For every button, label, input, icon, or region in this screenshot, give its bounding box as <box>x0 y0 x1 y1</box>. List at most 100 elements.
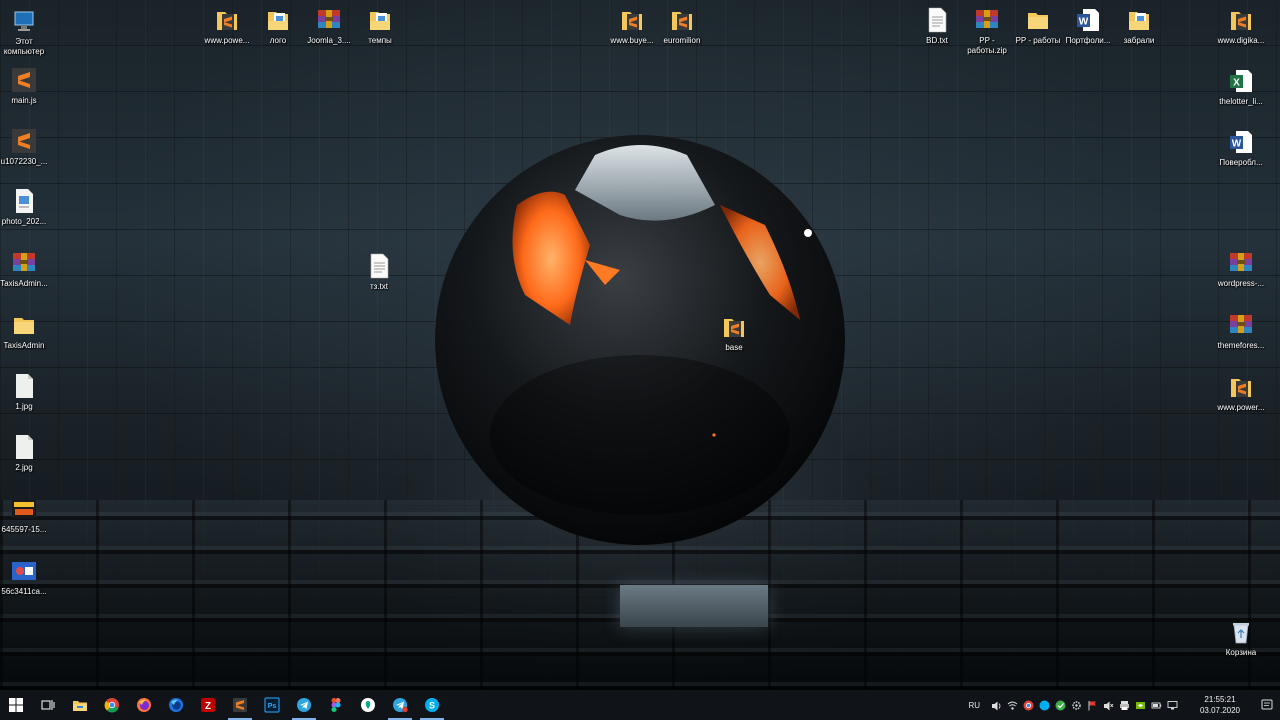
language-indicator[interactable]: RU <box>968 701 980 710</box>
desktop-icon-label: wordpress-... <box>1217 279 1265 288</box>
security-check-icon <box>1055 700 1065 710</box>
image-file-icon <box>16 435 33 459</box>
desktop-icon-item[interactable]: Xthelotter_li... <box>1203 68 1279 107</box>
taskbar-button[interactable] <box>320 690 352 720</box>
desktop-icon-item[interactable]: wordpress-... <box>1203 250 1279 289</box>
taskbar-button[interactable] <box>32 690 64 720</box>
svg-text:Z: Z <box>205 701 211 712</box>
task-view-icon <box>41 700 55 710</box>
firefox-developer-icon <box>169 698 183 712</box>
clock-date: 03.07.2020 <box>1199 706 1241 715</box>
tray-icon-button[interactable] <box>989 690 1003 720</box>
desktop-icon-item[interactable]: 2.jpg <box>0 434 62 473</box>
winrar-archive-icon <box>318 10 340 28</box>
windows-start-icon <box>9 698 23 712</box>
image-thumbnail-icon <box>12 500 36 518</box>
desktop-icon-item[interactable]: W Поверобл... <box>1203 129 1279 168</box>
taskbar-button[interactable] <box>384 690 416 720</box>
taskbar-button[interactable] <box>352 690 384 720</box>
firefox-icon <box>137 698 151 712</box>
taskbar-button[interactable]: Ps <box>256 690 288 720</box>
taskbar-button[interactable] <box>64 690 96 720</box>
word-document-icon: W <box>1077 9 1099 31</box>
this-pc-icon <box>14 11 34 31</box>
tray-icon-button[interactable] <box>1149 690 1163 720</box>
desktop-icon-item[interactable]: photo_202... <box>0 188 62 227</box>
taskbar-button[interactable]: S <box>416 690 448 720</box>
winrar-archive-icon <box>1230 253 1252 271</box>
tray-icon-button[interactable] <box>1037 690 1051 720</box>
sublime-text-icon <box>12 129 36 153</box>
tray-icon-button[interactable] <box>1021 690 1035 720</box>
taskbar-button[interactable] <box>160 690 192 720</box>
desktop-icon-item[interactable]: TaxisAdmin... <box>0 250 62 289</box>
desktop-icon-item[interactable]: 1.jpg <box>0 373 62 412</box>
desktop-icon-label: 645597-15... <box>1 525 47 534</box>
file-explorer-icon <box>73 701 87 711</box>
desktop-icon-label: thelotter_li... <box>1219 97 1263 106</box>
desktop-icon-item[interactable]: www.digika... <box>1203 7 1279 46</box>
desktop-icon-label: забрали <box>1123 36 1155 45</box>
svg-text:S: S <box>429 701 435 711</box>
desktop-icon-item[interactable]: u1072230_... <box>0 128 62 167</box>
wallpaper-pedestal <box>620 585 768 627</box>
tray-icon-button[interactable] <box>1069 690 1083 720</box>
desktop-icon-label: лого <box>269 36 287 45</box>
sublime-folder-icon <box>1231 379 1251 397</box>
tray-icon-button[interactable] <box>1085 690 1099 720</box>
desktop-icon-label: тз.txt <box>370 282 388 291</box>
flag-icon <box>1088 700 1096 710</box>
printer-icon <box>1119 700 1129 710</box>
taskbar-button[interactable] <box>0 690 32 720</box>
desktop-icon-item[interactable]: Этот компьютер <box>0 8 62 57</box>
desktop-icon-item[interactable]: 645597-15... <box>0 496 62 535</box>
folder-icon <box>1028 13 1048 29</box>
taskbar-buttons: Z Ps S <box>0 690 448 720</box>
document-folder-icon <box>268 12 288 30</box>
text-file-icon <box>928 7 947 33</box>
volume-icon <box>991 701 1000 710</box>
desktop-icon-item[interactable]: base <box>696 314 772 353</box>
tray-icon-button[interactable] <box>1005 690 1019 720</box>
tray-icon-button[interactable] <box>1133 690 1147 720</box>
sublime-folder-icon <box>724 319 744 337</box>
taskbar-button[interactable] <box>224 690 256 720</box>
skype-icon: S <box>425 698 439 712</box>
notification-center-icon[interactable] <box>1260 698 1274 712</box>
desktop-icon-item[interactable]: Корзина <box>1203 619 1279 658</box>
tray-icon-button[interactable] <box>1053 690 1067 720</box>
desktop-icon-item[interactable]: themefores... <box>1203 312 1279 351</box>
desktop-icon-label: BD.txt <box>926 36 948 45</box>
speaker-muted-icon <box>1103 701 1113 710</box>
image-file-icon <box>16 189 33 213</box>
wallpaper-sphere <box>425 135 855 550</box>
svg-text:W: W <box>1232 139 1242 150</box>
desktop-icon-label: photo_202... <box>1 217 47 226</box>
telegram-icon <box>297 698 311 712</box>
taskbar-button[interactable] <box>288 690 320 720</box>
taskbar: Z Ps S RU 21:55:21 03.07.2020 <box>0 690 1280 720</box>
tray-icon-button[interactable] <box>1101 690 1115 720</box>
desktop-icon-item[interactable]: темпы <box>342 7 418 46</box>
taskbar-button[interactable]: Z <box>192 690 224 720</box>
winrar-archive-icon <box>13 253 35 271</box>
sublime-folder-icon <box>1231 12 1251 30</box>
desktop[interactable]: Этот компьютер main.js u1072230_... photo_2… <box>0 0 1280 690</box>
desktop-icon-item[interactable]: main.js <box>0 67 62 106</box>
sublime-folder-icon <box>622 12 642 30</box>
desktop-icon-item[interactable]: тз.txt <box>341 253 417 292</box>
desktop-icon-item[interactable]: TaxisAdmin <box>0 312 62 351</box>
svg-text:Ps: Ps <box>268 703 277 710</box>
desktop-icon-item[interactable]: euromilion <box>644 7 720 46</box>
desktop-icon-item[interactable]: 56c3411ca... <box>0 558 62 597</box>
tray-icon-button[interactable] <box>1117 690 1131 720</box>
sublime-folder-icon <box>672 12 692 30</box>
desktop-icon-label: euromilion <box>663 36 701 45</box>
taskbar-button[interactable] <box>128 690 160 720</box>
taskbar-button[interactable] <box>96 690 128 720</box>
clock[interactable]: 21:55:21 03.07.2020 <box>1190 694 1250 716</box>
desktop-icon-item[interactable]: www.power... <box>1203 374 1279 413</box>
sublime-folder-icon <box>217 12 237 30</box>
tray-icon-button[interactable] <box>1165 690 1179 720</box>
desktop-icon-item[interactable]: забрали <box>1101 7 1177 46</box>
